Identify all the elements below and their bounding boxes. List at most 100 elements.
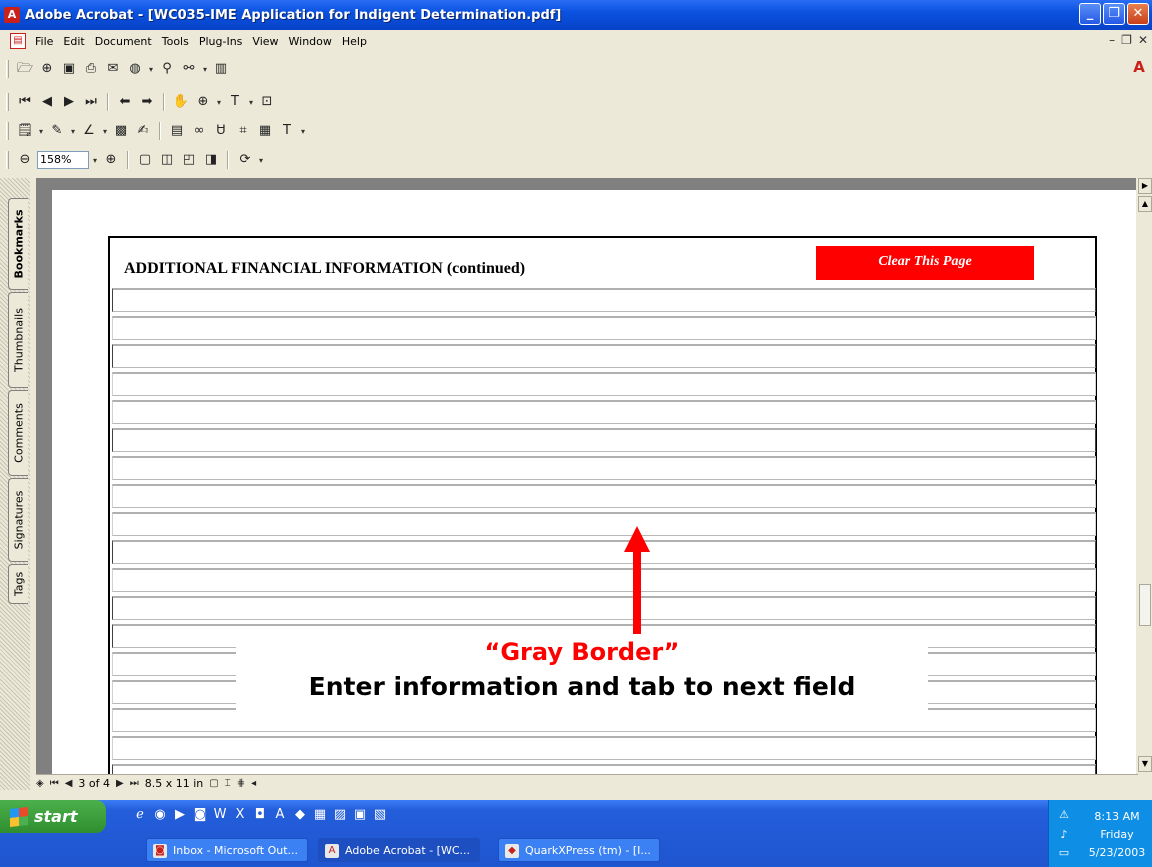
image-icon[interactable]: ▧ [372, 806, 388, 824]
browser-icon[interactable]: ◉ [152, 806, 168, 824]
chevron-down-icon[interactable]: ▾ [215, 98, 223, 107]
save-icon[interactable]: ▣ [59, 59, 79, 79]
excel-icon[interactable]: X [232, 806, 248, 824]
quark-icon[interactable]: ◆ [292, 806, 308, 824]
monitor-icon[interactable]: ▭ [1057, 846, 1071, 860]
chevron-down-icon[interactable]: ▾ [101, 127, 109, 136]
internet-explorer-icon[interactable]: ℯ [132, 806, 148, 824]
text-field[interactable] [112, 512, 1096, 536]
minimize-button[interactable]: _ [1079, 3, 1101, 25]
chevron-down-icon[interactable]: ▾ [247, 98, 255, 107]
line-tool-icon[interactable]: ∠ [79, 121, 99, 141]
rotate-view-icon[interactable]: ⟳ [235, 150, 255, 170]
snapshot-icon[interactable]: ⊡ [257, 92, 277, 112]
app-icon[interactable]: ◘ [252, 806, 268, 824]
chevron-down-icon[interactable]: ▾ [147, 65, 155, 74]
chevron-down-icon[interactable]: ▾ [201, 65, 209, 74]
first-page-icon[interactable]: ⏮ [50, 778, 59, 789]
go-back-icon[interactable]: ⬅ [115, 92, 135, 112]
clock[interactable]: 8:13 AM Friday 5/23/2003 [1087, 808, 1147, 862]
menu-tools[interactable]: Tools [157, 35, 194, 48]
text-field[interactable] [112, 456, 1096, 480]
zoom-in-icon[interactable]: ⊕ [101, 150, 121, 170]
text-field[interactable] [112, 736, 1096, 760]
doc-restore-button[interactable]: ❐ [1121, 33, 1132, 47]
article-tool-icon[interactable]: Ꮜ [211, 121, 231, 141]
taskbar-button-acrobat[interactable]: A Adobe Acrobat - [WC... [318, 838, 480, 862]
navigation-pane-icon[interactable]: ▥ [211, 59, 231, 79]
previous-page-icon[interactable]: ◀ [65, 778, 73, 789]
last-page-icon[interactable]: ⏭ [81, 92, 101, 112]
close-button[interactable]: ✕ [1127, 3, 1149, 25]
scroll-left-icon[interactable]: ◂ [251, 778, 256, 789]
menu-file[interactable]: File [30, 35, 58, 48]
media-player-icon[interactable]: ▶ [172, 806, 188, 824]
network-icon[interactable]: ⚠ [1057, 808, 1071, 822]
note-tool-icon[interactable]: 🗒 [15, 121, 35, 141]
text-field[interactable] [112, 764, 1096, 774]
menu-window[interactable]: Window [284, 35, 337, 48]
toolbar-grip[interactable] [6, 60, 9, 78]
toolbar-grip[interactable] [6, 122, 9, 140]
tab-bookmarks[interactable]: Bookmarks [8, 198, 28, 290]
text-field[interactable] [112, 288, 1096, 312]
text-field[interactable] [112, 540, 1096, 564]
split-pane-arrow-icon[interactable]: ▶ [1138, 178, 1152, 194]
text-select-icon[interactable]: T [225, 92, 245, 112]
search-icon[interactable]: ⚲ [157, 59, 177, 79]
link-tool-icon[interactable]: ∞ [189, 121, 209, 141]
text-field[interactable] [112, 372, 1096, 396]
find-icon[interactable]: ⚯ [179, 59, 199, 79]
text-field[interactable] [112, 428, 1096, 452]
print-icon[interactable]: ⎙ [81, 59, 101, 79]
menu-document[interactable]: Document [90, 35, 157, 48]
form-tool-icon[interactable]: ▤ [167, 121, 187, 141]
word-icon[interactable]: W [212, 806, 228, 824]
text-field[interactable] [112, 400, 1096, 424]
actual-size-icon[interactable]: ▢ [135, 150, 155, 170]
email-icon[interactable]: ✉ [103, 59, 123, 79]
zoom-in-tool-icon[interactable]: ⊕ [193, 92, 213, 112]
title-bar[interactable]: A Adobe Acrobat - [WC035-IME Application… [0, 0, 1152, 30]
menu-plugins[interactable]: Plug-Ins [194, 35, 248, 48]
chevron-down-icon[interactable]: ▾ [299, 127, 307, 136]
pencil-tool-icon[interactable]: ✎ [47, 121, 67, 141]
stamp-tool-icon[interactable]: ▩ [111, 121, 131, 141]
touchup-text-icon[interactable]: T [277, 121, 297, 141]
restore-button[interactable]: ❐ [1103, 3, 1125, 25]
tab-thumbnails[interactable]: Thumbnails [8, 292, 28, 388]
continuous-icon[interactable]: ⌶ [225, 778, 231, 789]
audio-icon[interactable]: ♪ [1057, 828, 1071, 842]
touchup-object-icon[interactable]: ▦ [255, 121, 275, 141]
first-page-icon[interactable]: ⏮ [15, 92, 35, 112]
document-icon[interactable]: ▤ [10, 33, 26, 49]
doc-close-button[interactable]: ✕ [1138, 33, 1148, 47]
web-capture-icon[interactable]: ◍ [125, 59, 145, 79]
chevron-down-icon[interactable]: ▾ [37, 127, 45, 136]
taskbar-button-outlook[interactable]: ◙ Inbox - Microsoft Out... [146, 838, 308, 862]
hand-tool-icon[interactable]: ✋ [171, 92, 191, 112]
open-web-icon[interactable]: ⊕ [37, 59, 57, 79]
chevron-down-icon[interactable]: ▾ [257, 156, 265, 165]
menu-edit[interactable]: Edit [58, 35, 89, 48]
toolbar-grip[interactable] [6, 151, 9, 169]
tab-comments[interactable]: Comments [8, 390, 28, 476]
doc-minimize-button[interactable]: – [1109, 33, 1115, 47]
page-indicator[interactable]: 3 of 4 [78, 777, 110, 790]
adobe-logo-icon[interactable]: A [1130, 58, 1148, 80]
scroll-down-icon[interactable]: ▼ [1138, 756, 1152, 772]
fit-visible-icon[interactable]: ◨ [201, 150, 221, 170]
split-view-icon[interactable]: ◈ [36, 778, 44, 789]
taskbar-button-quark[interactable]: ◆ QuarkXPress (tm) - [I... [498, 838, 660, 862]
text-field[interactable] [112, 568, 1096, 592]
start-button[interactable]: start [0, 800, 106, 833]
vertical-scrollbar[interactable]: ▶ ▲ ▼ [1138, 178, 1152, 790]
next-page-icon[interactable]: ▶ [59, 92, 79, 112]
next-page-icon[interactable]: ▶ [116, 778, 124, 789]
outlook-icon[interactable]: ◙ [192, 806, 208, 824]
tab-signatures[interactable]: Signatures [8, 478, 28, 562]
signature-tool-icon[interactable]: ✍ [133, 121, 153, 141]
menu-view[interactable]: View [247, 35, 283, 48]
zoom-input[interactable]: 158% [37, 151, 89, 169]
go-forward-icon[interactable]: ➡ [137, 92, 157, 112]
